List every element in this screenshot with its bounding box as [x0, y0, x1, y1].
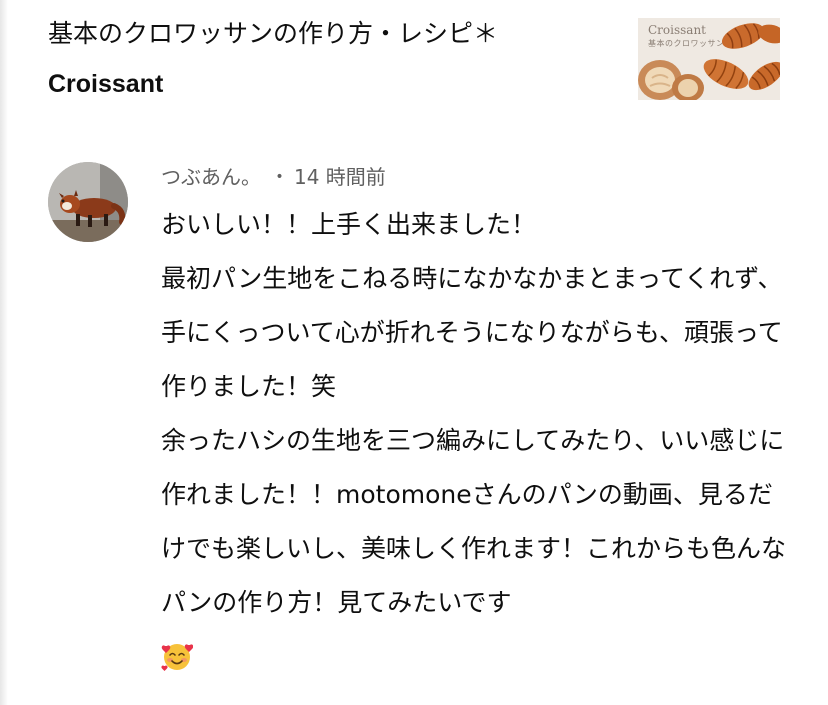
comment-body: つぶあん。 • 14 時間前 おいしい！！上手く出来ました！ 最初パン生地をこね… — [161, 160, 786, 676]
croissant-image — [638, 23, 780, 100]
comment-text: おいしい！！上手く出来ました！ 最初パン生地をこねる時になかなかまとまってくれず… — [161, 210, 787, 617]
meta-separator: • — [275, 169, 284, 185]
video-title[interactable]: 基本のクロワッサンの作り方・レシピ＊ Croissant — [48, 16, 608, 102]
video-title-line2: Croissant — [48, 70, 164, 98]
smiling-face-with-hearts-icon — [161, 644, 193, 671]
avatar[interactable] — [48, 162, 128, 242]
left-edge-shadow — [0, 0, 8, 705]
video-title-line1: 基本のクロワッサンの作り方・レシピ＊ — [48, 19, 499, 48]
video-thumbnail[interactable]: Croissant 基本のクロワッサン — [638, 18, 780, 100]
comment-meta: つぶあん。 • 14 時間前 — [161, 160, 786, 194]
video-header[interactable]: 基本のクロワッサンの作り方・レシピ＊ Croissant — [48, 16, 608, 102]
red-panda-avatar-icon — [48, 162, 128, 242]
comment-author[interactable]: つぶあん。 — [161, 165, 261, 189]
comment-timestamp[interactable]: 14 時間前 — [294, 165, 386, 189]
